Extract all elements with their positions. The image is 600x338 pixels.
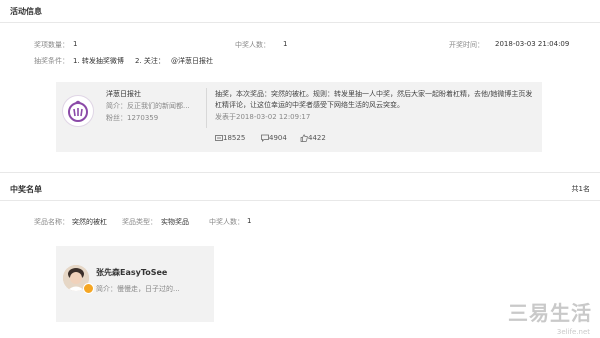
repost-count: 18525: [223, 134, 246, 142]
repost-stat[interactable]: 18525: [215, 134, 245, 142]
conditions-label: 抽奖条件：: [34, 57, 69, 65]
prize-name-value: 突然的被杠: [72, 218, 107, 226]
draw-time-label: 开奖时间：: [449, 41, 484, 49]
prize-count-value: 1: [73, 40, 78, 48]
winner-count-value: 1: [283, 40, 288, 48]
account-fans: 粉丝：1270359: [106, 114, 159, 122]
prize-type-label: 奖品类型：: [122, 218, 157, 226]
comment-count: 4904: [269, 134, 287, 142]
comment-stat[interactable]: 4904: [261, 134, 287, 142]
verified-badge-icon: [83, 283, 94, 294]
prize-name-label: 奖品名称：: [34, 218, 69, 226]
thumbs-up-icon: [300, 134, 308, 142]
activity-header: 活动信息: [0, 0, 600, 23]
post-text: 抽奖，本次奖品：突然的被杠。规则：转发里抽一人中奖，然后大家一起盼着杠精，去他/…: [215, 90, 533, 109]
card-divider: [206, 88, 207, 128]
like-stat[interactable]: 4422: [300, 134, 326, 142]
comment-icon: [261, 134, 269, 142]
like-count: 4422: [308, 134, 326, 142]
prize-type-value: 实物奖品: [161, 218, 189, 226]
winners-count-label: 中奖人数：: [209, 218, 244, 226]
winner-name[interactable]: 张先森EasyToSee: [96, 267, 167, 278]
condition-2: 2. 关注：: [135, 57, 165, 65]
site-watermark-url: 3elife.net: [556, 328, 590, 336]
weibo-post-card[interactable]: 洋葱日报社 简介：反正我们的新闻都... 粉丝：1270359 抽奖，本次奖品：…: [56, 82, 542, 152]
repost-icon: [215, 135, 223, 141]
winner-intro: 简介：慢慢走，日子过的...: [96, 285, 180, 293]
site-watermark-logo: 三易生活: [508, 301, 592, 325]
post-time: 发表于2018-03-02 12:09:17: [215, 113, 311, 121]
winners-count-value: 1: [247, 217, 252, 225]
winners-title: 中奖名单: [10, 185, 42, 194]
winner-count-label: 中奖人数：: [235, 41, 270, 49]
activity-title: 活动信息: [10, 7, 42, 16]
winner-user-card[interactable]: 张先森EasyToSee 简介：慢慢走，日子过的...: [56, 246, 214, 322]
prize-count-label: 奖项数量：: [34, 41, 69, 49]
condition-2-account-link[interactable]: @洋葱日报社: [171, 56, 213, 66]
winners-total: 共1名: [571, 185, 590, 193]
account-avatar[interactable]: [62, 95, 94, 127]
account-name[interactable]: 洋葱日报社: [106, 89, 141, 99]
section-separator: [0, 172, 600, 173]
onion-logo-icon: [68, 100, 88, 122]
condition-1: 1. 转发抽奖微博: [73, 57, 124, 65]
draw-time-value: 2018-03-03 21:04:09: [495, 40, 570, 48]
account-intro: 简介：反正我们的新闻都...: [106, 102, 190, 110]
winners-header: 中奖名单 共1名: [0, 176, 600, 201]
